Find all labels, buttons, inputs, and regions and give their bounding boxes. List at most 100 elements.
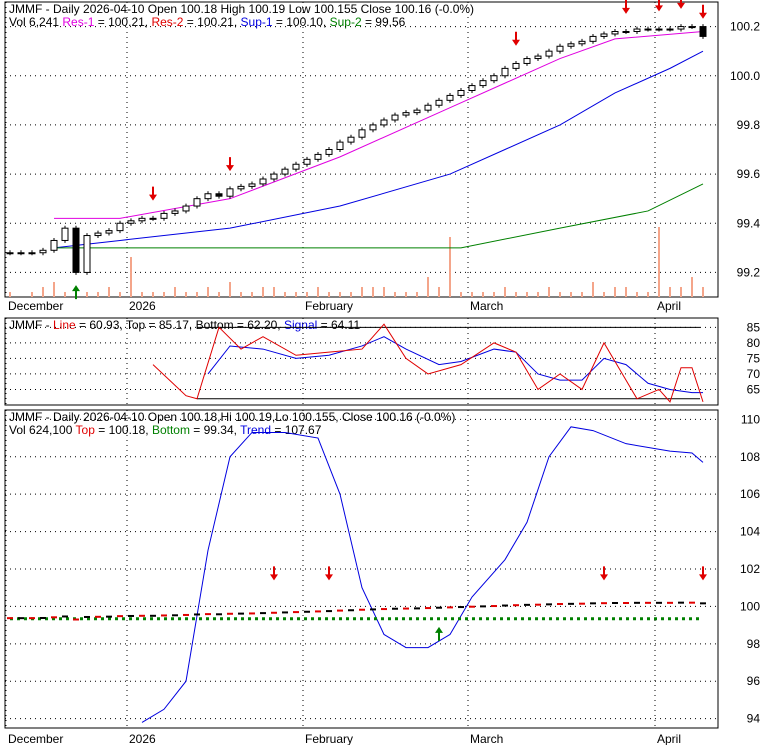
trend-candle <box>95 615 101 618</box>
volume-bar <box>130 257 132 297</box>
candle <box>325 149 333 155</box>
trend-candle <box>128 614 134 617</box>
candle <box>248 183 256 187</box>
candle <box>116 222 124 232</box>
trend-candle <box>183 613 189 616</box>
trend-candle <box>40 616 46 619</box>
sell-arrow-icon <box>600 566 608 581</box>
trend-candle <box>29 617 35 620</box>
y-tick-label: 80 <box>747 336 761 350</box>
volume-bar <box>658 227 660 297</box>
volume-bar <box>229 282 231 297</box>
sell-arrow-icon <box>699 4 707 19</box>
sell-arrow-icon <box>226 157 234 172</box>
candle <box>160 212 168 219</box>
trend-candle <box>238 612 244 615</box>
trend-title: JMMF - Daily 2026-04-10 Open 100.18,Hi 1… <box>9 410 455 424</box>
candle <box>633 28 641 32</box>
volume-bar <box>383 287 385 297</box>
volume-bar <box>482 292 484 297</box>
candle <box>578 40 586 45</box>
candle <box>61 227 69 241</box>
y-tick-label: 75 <box>747 351 761 365</box>
trend-candle <box>18 617 24 620</box>
trend-candle <box>150 614 156 617</box>
y-tick-label: 108 <box>740 450 760 464</box>
trend-candle <box>282 611 288 614</box>
candle <box>512 62 520 69</box>
trend-candle <box>557 603 563 606</box>
candle <box>523 58 531 64</box>
volume-bar <box>504 287 506 297</box>
trend-candle <box>612 602 618 605</box>
trend-candle <box>326 610 332 613</box>
x-tick-label: April <box>657 732 681 745</box>
candle <box>237 185 245 190</box>
volume-bar <box>625 287 627 297</box>
y-tick-label: 70 <box>747 367 761 381</box>
trend-candle <box>524 603 530 606</box>
candle <box>501 67 509 77</box>
candle <box>457 90 465 96</box>
candle <box>655 28 663 31</box>
trend-candle <box>84 615 90 618</box>
volume-bar <box>581 292 583 297</box>
candle <box>39 249 47 254</box>
candle <box>589 35 597 42</box>
x-tick-label: March <box>470 732 503 745</box>
trend-candle <box>337 609 343 612</box>
volume-bar <box>64 292 66 297</box>
candle <box>644 28 652 31</box>
trend-candle <box>315 610 321 613</box>
candle <box>468 85 476 92</box>
trend-candle <box>392 607 398 610</box>
trend-candle <box>271 611 277 614</box>
candle <box>83 235 91 273</box>
x-tick-label: 2026 <box>129 299 156 313</box>
candle <box>303 158 311 165</box>
trend-legend: Vol 624,100 Top = 100.18, Bottom = 99.34… <box>9 423 322 437</box>
x-tick-label: February <box>305 299 353 313</box>
trend-candle <box>7 617 13 620</box>
volume-bar <box>119 292 121 297</box>
volume-bar <box>372 287 374 297</box>
volume-bar <box>174 287 176 297</box>
sell-arrow-icon <box>677 0 685 9</box>
y-tick-label: 102 <box>740 562 760 576</box>
trend-candle <box>194 613 200 616</box>
candle <box>171 210 179 214</box>
trend-candle <box>513 604 519 607</box>
trend-candle <box>62 615 68 618</box>
trend-candle <box>161 614 167 617</box>
stock-chart: JMMF - Daily 2026-04-10 Open 100.18 High… <box>0 0 780 745</box>
trend-candle <box>139 614 145 617</box>
sell-arrow-icon <box>699 566 707 581</box>
candle <box>611 31 619 35</box>
candle <box>215 193 223 197</box>
trend-candle <box>260 612 266 615</box>
candle <box>435 99 443 106</box>
candle <box>204 193 212 200</box>
x-tick-label: April <box>657 299 681 313</box>
candle <box>105 230 113 234</box>
volume-bar <box>42 287 44 297</box>
trend-candle <box>689 601 695 604</box>
volume-bar <box>361 287 363 297</box>
y-tick-label: 99.2 <box>737 265 761 279</box>
volume-bar <box>449 237 451 297</box>
volume-bar <box>273 287 275 297</box>
trend-candle <box>172 614 178 617</box>
candle <box>391 114 399 121</box>
volume-bar <box>350 292 352 297</box>
trend-candle <box>216 613 222 616</box>
candle <box>534 55 542 60</box>
candle <box>94 232 102 237</box>
sell-arrow-icon <box>512 31 520 46</box>
candle <box>358 129 366 138</box>
trend-candle <box>656 601 662 604</box>
x-tick-label: December <box>8 299 63 313</box>
candle <box>281 168 289 175</box>
volume-bar <box>185 292 187 297</box>
candle <box>446 94 454 101</box>
trend-candle <box>667 601 673 604</box>
